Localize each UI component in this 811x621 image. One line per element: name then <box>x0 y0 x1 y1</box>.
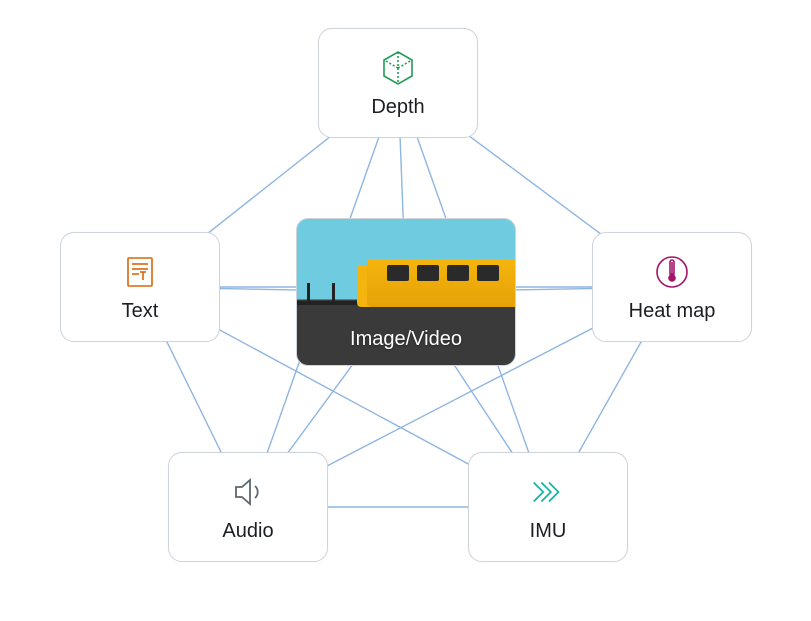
speaker-icon <box>228 472 268 512</box>
node-depth: Depth <box>318 28 478 138</box>
node-image-video: Image/Video <box>296 218 516 366</box>
node-label: Audio <box>222 520 273 543</box>
cube-icon <box>378 48 418 88</box>
node-label: Heat map <box>629 300 716 323</box>
node-text: Text <box>60 232 220 342</box>
arrows-icon <box>528 472 568 512</box>
node-heatmap: Heat map <box>592 232 752 342</box>
node-label: IMU <box>530 520 567 543</box>
thermometer-icon <box>652 252 692 292</box>
node-label: Depth <box>371 96 424 119</box>
node-label: Image/Video <box>350 328 462 351</box>
document-icon <box>120 252 160 292</box>
node-label: Text <box>122 300 159 323</box>
node-audio: Audio <box>168 452 328 562</box>
node-imu: IMU <box>468 452 628 562</box>
